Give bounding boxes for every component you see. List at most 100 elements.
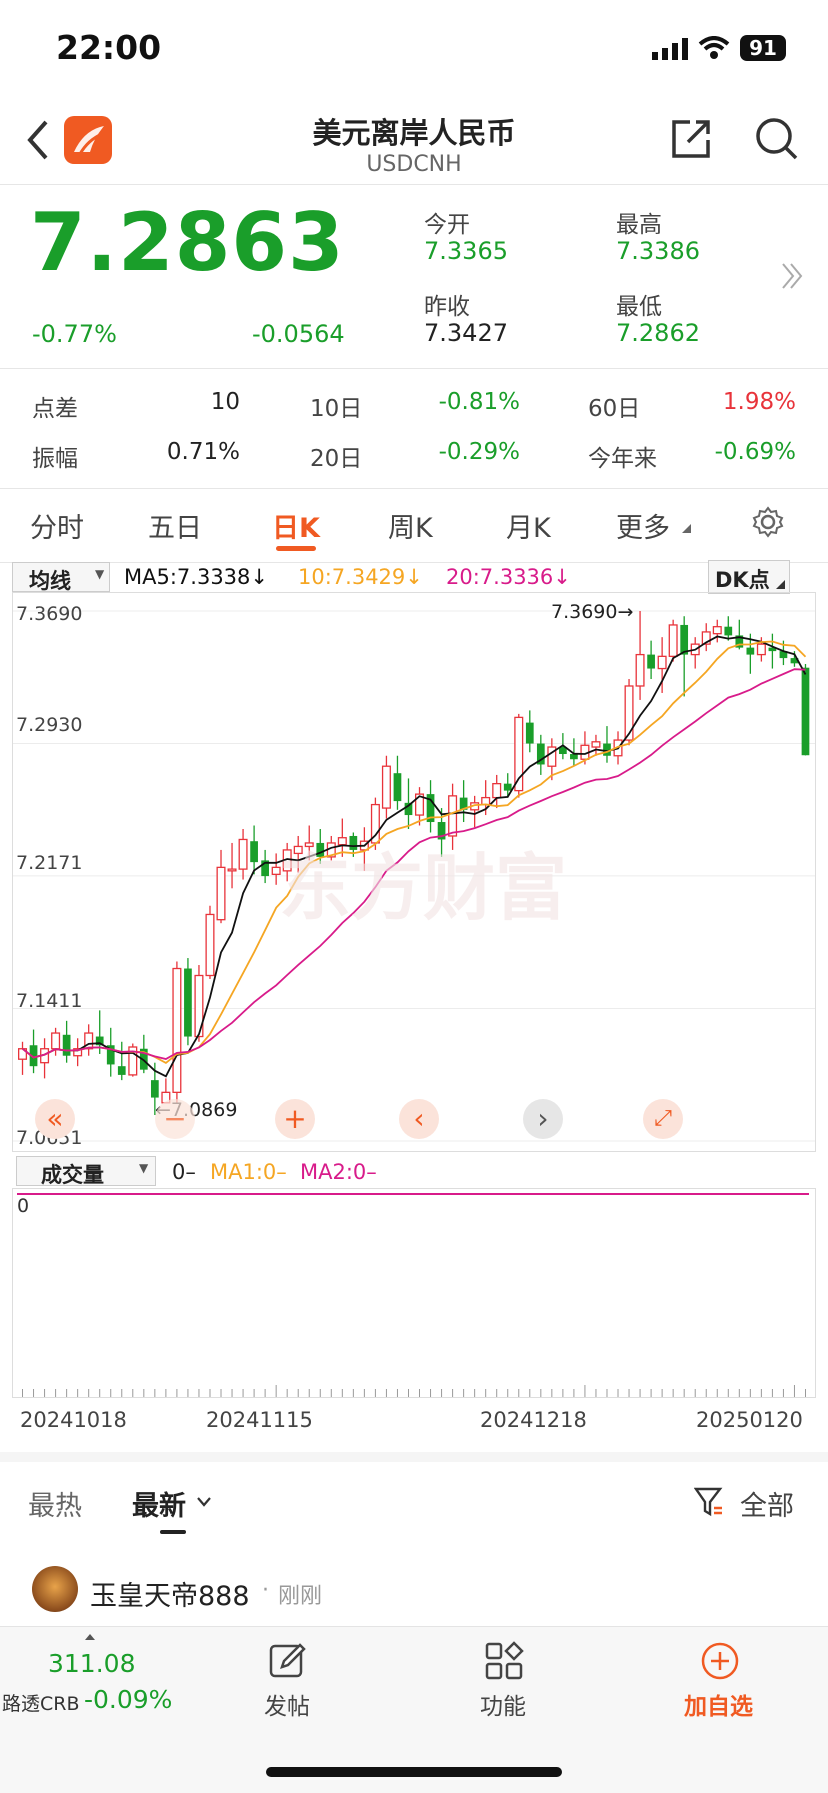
candle [238,828,248,880]
filter-label[interactable]: 全部 [740,1484,794,1523]
candle [635,611,645,700]
minus-icon: − [163,1102,187,1135]
grid-functions-icon[interactable] [484,1641,524,1681]
ticker-value[interactable]: 311.08 [48,1649,135,1678]
volume-ma-line [17,1193,809,1195]
zoom-out-button[interactable]: − [155,1099,195,1139]
y-tick-label: 7.2930 [16,714,83,736]
candle [624,679,634,746]
page-subtitle: USDCNH [366,152,462,177]
post-button-label[interactable]: 发帖 [264,1687,310,1721]
candle [712,619,722,643]
filter-icon[interactable] [694,1486,724,1518]
ticker-name[interactable]: 路透CRB [2,1689,80,1716]
d20-value: -0.29% [438,439,520,465]
add-watchlist-label[interactable]: 加自选 [684,1687,753,1721]
compose-icon[interactable] [268,1641,308,1681]
share-icon[interactable] [668,116,714,162]
tab-five-day[interactable]: 五日 [148,506,202,545]
max-price-annotation: 7.3690→ [551,601,634,623]
ytd-value: -0.69% [714,439,796,465]
chevron-right-icon: › [537,1102,549,1135]
candle [525,710,534,753]
d60-value: 1.98% [722,389,796,415]
functions-button-label[interactable]: 功能 [480,1687,526,1721]
candle [227,842,237,889]
amplitude-value: 0.71% [166,439,240,465]
volume-ma2: MA2:0– [300,1160,377,1184]
tab-weekly-k[interactable]: 周K [388,506,433,545]
add-circle-icon[interactable] [700,1641,740,1681]
candle [106,1027,115,1077]
ma5-legend: MA5:7.3338↓ [124,565,268,589]
candle [801,664,810,756]
candle [536,734,545,775]
candle [128,1043,138,1077]
spread-value: 10 [210,389,240,415]
select-caret-icon: ▼ [139,1161,149,1175]
volume-indicator-select[interactable]: 成交量 ▼ [16,1156,156,1187]
candle [647,640,655,680]
ma-indicator-select[interactable]: 均线 ▼ [12,562,110,593]
dk-point-button[interactable]: DK点 [708,560,790,594]
bottom-toolbar: 311.08 路透CRB -0.09% 发帖 功能 加自选 [0,1626,828,1793]
fullscreen-button[interactable]: ⤢ [643,1099,683,1139]
volume-ma1: MA1:0– [210,1160,287,1184]
candle [459,780,468,823]
wifi-icon [698,36,730,59]
x-date-label: 20241218 [480,1408,587,1432]
post-time: 刚刚 [278,1584,323,1609]
back-icon[interactable] [26,120,50,160]
tab-intraday[interactable]: 分时 [30,506,84,545]
candle [470,795,480,828]
post-username[interactable]: 玉皇天帝888 [90,1574,250,1613]
tab-more[interactable]: 更多 [616,506,670,545]
scroll-left-fast-button[interactable]: « [35,1099,75,1139]
expand-chevron-icon[interactable] [780,262,804,290]
expand-arrows-icon: ⤢ [654,1106,672,1131]
y-tick-label: 7.2171 [16,852,83,874]
watermark: 东方财富 [279,846,568,930]
candle [701,623,711,652]
zoom-in-button[interactable]: + [275,1099,315,1139]
volume-select-label: 成交量 [41,1163,104,1187]
tab-daily-k[interactable]: 日K [272,506,320,545]
candle [690,637,700,669]
scroll-right-button[interactable]: › [523,1099,563,1139]
candle [603,726,611,763]
candle [84,1024,94,1056]
amplitude-label: 振幅 [32,446,78,472]
battery-icon: 91 [740,35,786,61]
tab-monthly-k[interactable]: 月K [506,506,551,545]
volume-value: 0– [172,1160,196,1184]
candle [184,958,192,1046]
ma-select-label: 均线 [29,569,71,593]
caret-up-icon [85,1634,95,1640]
chevron-left-icon: ‹ [413,1102,425,1135]
x-date-label: 20250120 [696,1408,803,1432]
y-tick-label: 7.3690 [16,603,83,625]
candle [194,965,204,1042]
open-value: 7.3365 [424,237,508,265]
scroll-left-button[interactable]: ‹ [399,1099,439,1139]
app-header: 美元离岸人民币 USDCNH [0,96,828,185]
search-icon[interactable] [754,116,800,162]
candle [591,734,601,756]
feed-tab-latest[interactable]: 最新 [132,1484,186,1523]
ytd-label: 今年来 [588,446,657,472]
candle [514,713,524,798]
candle [261,849,269,884]
section-divider [0,1452,828,1462]
volume-chart[interactable]: 0 [12,1188,816,1398]
chevron-down-icon[interactable] [196,1496,212,1508]
d10-value: -0.81% [438,389,520,415]
candle [768,633,777,669]
avatar[interactable] [32,1566,78,1612]
feed-active-indicator [160,1530,186,1534]
feed-tab-hot[interactable]: 最热 [28,1484,82,1523]
x-date-label: 20241018 [20,1408,127,1432]
candle [172,961,182,1103]
settings-gear-icon[interactable] [752,506,784,538]
candle [216,849,226,924]
candlestick-chart[interactable]: 7.3690 7.2930 7.2171 7.1411 7.0651 7.369… [12,592,816,1152]
